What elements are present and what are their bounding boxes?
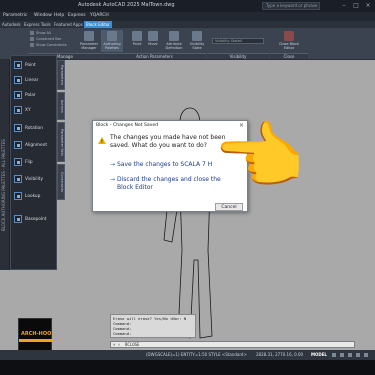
grid-icon[interactable] [332, 353, 336, 357]
menu-bar: Parametric Window Help Express YQARCH [0, 12, 375, 21]
command-history: Erase will erase? Yes/No <No>: N Command… [110, 314, 196, 338]
arrow-right-icon: → [110, 161, 116, 168]
lookup-icon [14, 192, 22, 200]
tool-linear[interactable]: Linear [14, 74, 56, 86]
model-space-button[interactable]: MODEL [311, 352, 327, 357]
logo-text: ARCH-HOO [21, 331, 52, 337]
visibility-icon [192, 31, 202, 41]
snap-icon[interactable] [340, 353, 344, 357]
close-block-editor-button[interactable]: Close Block Editor [275, 30, 303, 52]
tab-constraints[interactable]: Constraints [57, 164, 65, 200]
panel-action-parameters: Action Parameters [103, 53, 206, 59]
tool-alignment[interactable]: Alignment [14, 139, 56, 151]
palette-side-label: BLOCK AUTHORING PALETTES - ALL PALETTES [1, 139, 6, 231]
arch-hoo-logo: ARCH-HOO [18, 318, 53, 351]
tool-basepoint[interactable]: Basepoint [14, 213, 56, 225]
tab-parameters[interactable]: Parameters [57, 60, 65, 90]
palette-side-strip[interactable]: BLOCK AUTHORING PALETTES - ALL PALETTES [0, 60, 10, 270]
tool-flip[interactable]: Flip [14, 156, 56, 168]
arrow-right-icon: → [110, 176, 116, 183]
parameter-manager-button[interactable]: Parameter Manager [78, 30, 100, 52]
minimize-icon[interactable]: – [340, 2, 348, 10]
close-icon[interactable]: × ⌕ [113, 342, 120, 348]
visibility-dropdown[interactable]: Visibility State0 [212, 38, 264, 44]
tab-featured-apps[interactable]: Featured Apps [54, 22, 83, 27]
attribute-definition-button[interactable]: Attribute Definition [163, 30, 185, 52]
linear-icon [14, 76, 22, 84]
status-mode-text: (DWGSCALE)=1) ENTITY=1:50 STYLE <Standar… [146, 352, 247, 357]
title-bar: Autodesk AutoCAD 2025 MalTown.dwg Type a… [0, 0, 375, 12]
bottom-strip [0, 360, 375, 375]
tool-lookup[interactable]: Lookup [14, 190, 56, 202]
app-title: Autodesk AutoCAD 2025 MalTown.dwg [78, 2, 175, 8]
coordinates-readout: 2828.31, 2770.16, 0.00 [256, 352, 304, 357]
discard-changes-option[interactable]: Discard the changes and close the Block … [117, 176, 227, 191]
settings-icon[interactable] [356, 353, 360, 357]
xy-icon [14, 106, 22, 114]
menu-yqarch[interactable]: YQARCH [90, 13, 109, 18]
move-button[interactable]: Move [142, 30, 164, 52]
polar-icon [14, 91, 22, 99]
visibility-state-button[interactable]: Visibility State [186, 30, 208, 52]
tool-visibility[interactable]: Visibility [14, 173, 56, 185]
search-input[interactable]: Type a keyword or phrase [262, 2, 320, 10]
panel-close: Close [270, 53, 308, 59]
maximize-icon[interactable]: □ [352, 2, 360, 10]
ortho-icon[interactable] [348, 353, 352, 357]
tool-xy[interactable]: XY [14, 104, 56, 116]
palette-tabs: Parameters Actions Parameter Sets Constr… [57, 60, 65, 210]
tab-block-editor[interactable]: Block Editor [84, 21, 112, 28]
status-bar: (DWGSCALE)=1) ENTITY=1:50 STYLE <Standar… [0, 350, 375, 360]
attribute-icon [169, 31, 179, 41]
tool-polar[interactable]: Polar [14, 89, 56, 101]
menu-help[interactable]: Help [54, 13, 64, 18]
command-line-input[interactable]: × ⌕ BCLOSE [110, 341, 355, 348]
cancel-button[interactable]: Cancel [215, 203, 243, 211]
menu-parametric[interactable]: Parametric [3, 13, 27, 18]
tab-autodesk[interactable]: Autodesk [2, 22, 21, 27]
point-icon [132, 31, 142, 41]
fx-icon [84, 31, 94, 41]
rotation-icon [14, 124, 22, 132]
tab-actions[interactable]: Actions [57, 92, 65, 120]
show-constraints-button[interactable]: Show Constraints [30, 43, 67, 47]
flip-icon [14, 158, 22, 166]
menu-express[interactable]: Express [68, 13, 86, 18]
visibility-icon [14, 175, 22, 183]
basepoint-icon [14, 215, 22, 223]
palette-icon [107, 31, 117, 41]
show-all-button[interactable]: Show All [30, 31, 51, 35]
menu-icon[interactable] [364, 353, 368, 357]
alignment-icon [14, 141, 22, 149]
close-icon [284, 31, 294, 41]
dialog-title: Block - Changes Not Saved [96, 123, 159, 128]
menu-window[interactable]: Window [34, 13, 52, 18]
tool-rotation[interactable]: Rotation [14, 122, 56, 134]
close-window-icon[interactable]: × [364, 2, 372, 10]
tool-point[interactable]: Point [14, 59, 56, 71]
pointing-hand-emoji: 👉 [215, 114, 308, 200]
ribbon-tabs: Autodesk Express Tools Featured Apps Blo… [0, 21, 375, 28]
panel-visibility: Visibility [207, 53, 269, 59]
move-icon [148, 31, 158, 41]
block-authoring-palette: Point Linear Polar XY Rotation Alignment… [10, 55, 57, 270]
point-icon [14, 61, 22, 69]
authoring-palettes-button[interactable]: Authoring Palettes [101, 30, 123, 52]
tab-express-tools[interactable]: Express Tools [24, 22, 51, 27]
tab-parameter-sets[interactable]: Parameter Sets [57, 122, 65, 162]
constraint-bar-button[interactable]: Constraint Bar [30, 37, 61, 41]
